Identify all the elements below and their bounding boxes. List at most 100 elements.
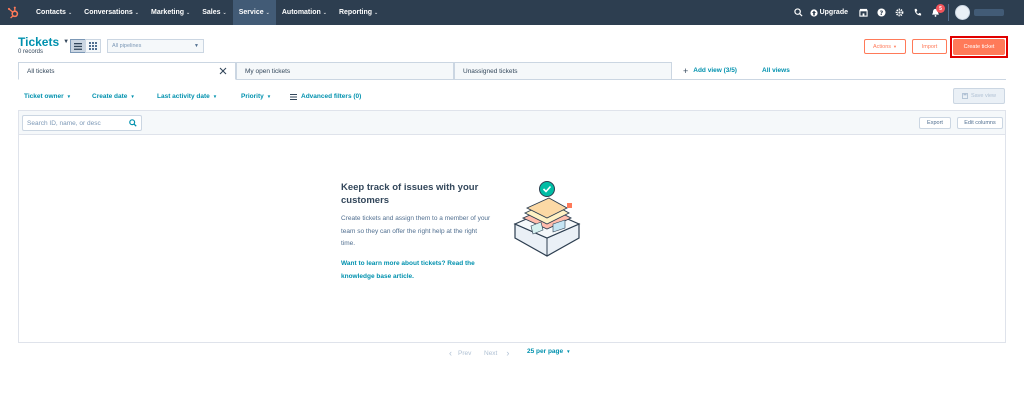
upgrade-button[interactable]: Upgrade (809, 8, 848, 17)
pipeline-select-value: All pipelines (112, 43, 142, 49)
caret-down-icon: ▼ (893, 44, 897, 49)
grid-icon (89, 42, 97, 50)
chevron-down-icon: ⌄ (186, 9, 191, 16)
actions-button[interactable]: Actions ▼ (864, 39, 906, 54)
upgrade-label: Upgrade (819, 9, 848, 16)
create-ticket-button[interactable]: Create ticket (953, 39, 1005, 55)
account-name-redacted[interactable] (974, 9, 1004, 16)
tab-all-tickets[interactable]: All tickets (18, 62, 236, 80)
filter-priority[interactable]: Priority ▼ (241, 93, 271, 100)
filter-label: Last activity date (157, 93, 210, 100)
calling-phone-icon[interactable] (908, 0, 926, 25)
nav-label: Contacts (36, 9, 66, 16)
filter-ticket-owner[interactable]: Ticket owner ▼ (24, 93, 71, 100)
caret-down-icon: ▼ (566, 349, 571, 354)
help-icon[interactable]: ? (872, 0, 890, 25)
per-page-label: 25 per page (527, 348, 564, 355)
chevron-down-icon: ⌄ (222, 9, 227, 16)
search-icon[interactable] (129, 119, 137, 127)
search-box[interactable] (22, 115, 142, 131)
caret-down-icon: ▼ (212, 94, 218, 99)
nav-label: Sales (202, 9, 221, 16)
all-views-link[interactable]: All views (762, 67, 790, 74)
pipeline-select[interactable]: All pipelines ▼ (107, 39, 204, 53)
hubspot-logo-icon[interactable] (0, 0, 26, 25)
caret-down-icon: ▼ (194, 43, 199, 49)
tab-label: Unassigned tickets (463, 67, 518, 75)
advanced-filters-button[interactable]: Advanced filters (0) (290, 93, 361, 100)
chevron-down-icon: ⌄ (265, 9, 270, 16)
knowledge-base-link[interactable]: Want to learn more about tickets? Read t… (341, 258, 491, 283)
list-view-button[interactable] (70, 39, 86, 53)
nav-reporting[interactable]: Reporting ⌄ (333, 0, 384, 25)
nav-label: Marketing (150, 9, 185, 16)
marketplace-icon[interactable] (854, 0, 872, 25)
next-page-button[interactable]: Next › (484, 348, 509, 358)
nav-label: Reporting (338, 9, 373, 16)
filter-last-activity-date[interactable]: Last activity date ▼ (157, 93, 217, 100)
chevron-down-icon: ⌄ (374, 9, 379, 16)
tab-label: All tickets (27, 67, 55, 75)
caret-down-icon: ▼ (66, 94, 72, 99)
filter-label: Create date (92, 93, 128, 100)
nav-divider (948, 4, 949, 21)
nav-marketing[interactable]: Marketing ⌄ (145, 0, 196, 25)
advanced-filters-label: Advanced filters (0) (301, 93, 362, 100)
page-title[interactable]: Tickets ▼ (18, 35, 69, 49)
nav-label: Service (238, 9, 264, 16)
prev-page-button[interactable]: ‹ Prev (449, 348, 471, 358)
chevron-left-icon: ‹ (449, 348, 452, 358)
table-toolbar: Export Edit columns (19, 111, 1005, 135)
top-navigation: Contacts ⌄ Conversations ⌄ Marketing ⌄ Sale… (0, 0, 1024, 25)
settings-gear-icon[interactable] (890, 0, 908, 25)
chevron-down-icon: ⌄ (134, 9, 139, 16)
nav-conversations[interactable]: Conversations ⌄ (78, 0, 145, 25)
chevron-right-icon: › (506, 348, 510, 358)
chevron-down-icon: ⌄ (322, 9, 327, 16)
nav-sales[interactable]: Sales ⌄ (196, 0, 233, 25)
caret-down-icon: ▼ (130, 94, 135, 99)
filter-label: Priority (241, 93, 264, 100)
next-label: Next (484, 349, 498, 357)
filter-label: Ticket owner (24, 93, 64, 100)
per-page-select[interactable]: 25 per page ▼ (527, 348, 571, 355)
nav-automation[interactable]: Automation ⌄ (276, 0, 333, 25)
edit-columns-button[interactable]: Edit columns (957, 117, 1003, 129)
empty-state-description: Create tickets and assign them to a memb… (341, 215, 491, 247)
tab-my-open-tickets[interactable]: My open tickets (236, 62, 454, 80)
search-input[interactable] (27, 119, 122, 127)
nav-label: Automation (281, 9, 321, 16)
upgrade-icon (809, 8, 818, 17)
save-view-label: Save view (970, 93, 997, 99)
chevron-down-icon: ⌄ (67, 9, 73, 16)
record-count: 0 records (18, 49, 44, 55)
view-toggle (70, 39, 101, 53)
search-icon[interactable] (790, 0, 808, 25)
tickets-box-illustration (513, 181, 581, 257)
save-disk-icon (962, 93, 968, 99)
actions-label: Actions (872, 43, 892, 50)
plus-icon: + (683, 65, 689, 76)
add-view-label: Add view (3/5) (693, 67, 737, 74)
notification-count-badge: 5 (936, 4, 945, 13)
empty-state-title: Keep track of issues with your customers (341, 182, 479, 206)
svg-text:?: ? (879, 10, 883, 17)
nav-label: Conversations (84, 9, 133, 16)
nav-service[interactable]: Service ⌄ (232, 0, 276, 25)
board-view-button[interactable] (85, 39, 101, 53)
avatar[interactable] (955, 5, 970, 20)
nav-contacts[interactable]: Contacts ⌄ (30, 0, 78, 25)
save-view-button[interactable]: Save view (953, 88, 1005, 104)
filter-create-date[interactable]: Create date ▼ (92, 93, 135, 100)
tab-unassigned-tickets[interactable]: Unassigned tickets (454, 62, 672, 80)
caret-down-icon: ▼ (63, 39, 70, 45)
export-button[interactable]: Export (919, 117, 951, 129)
list-icon (74, 42, 82, 50)
notifications-bell-icon[interactable]: 5 (926, 0, 945, 25)
add-view-button[interactable]: + Add view (3/5) (683, 65, 737, 76)
tab-label: My open tickets (245, 67, 291, 75)
close-icon[interactable] (219, 67, 227, 75)
filter-lines-icon (290, 93, 297, 100)
import-button[interactable]: Import (912, 39, 947, 54)
prev-label: Prev (458, 349, 472, 357)
